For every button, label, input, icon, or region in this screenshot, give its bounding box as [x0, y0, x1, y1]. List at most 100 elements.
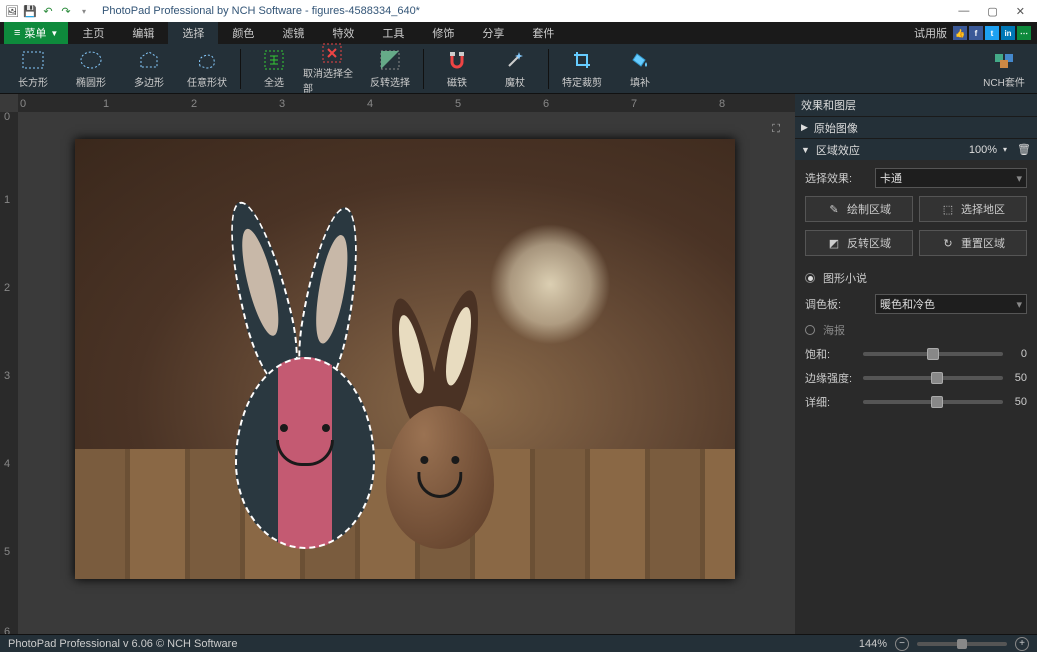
chevron-down-icon[interactable]: ▾	[76, 3, 92, 19]
menu-share[interactable]: 分享	[468, 22, 518, 44]
button-label: 选择地区	[961, 201, 1005, 217]
section-original[interactable]: ▶ 原始图像	[795, 116, 1037, 138]
chevron-down-icon: ▼	[50, 29, 58, 38]
canvas-area: 0 1 2 3 4 5 6 7 8 0 1 2 3 4 5 6 ⛶	[0, 94, 795, 634]
rabbit-small	[355, 289, 525, 549]
ruler-tick: 2	[191, 98, 197, 110]
radio-label: 海报	[823, 322, 845, 338]
ruler-tick: 7	[631, 98, 637, 110]
tool-deselect[interactable]: 取消选择全部	[303, 45, 361, 93]
detail-slider[interactable]	[863, 400, 1003, 404]
button-label: 绘制区域	[847, 201, 891, 217]
menu-tools[interactable]: 工具	[368, 22, 418, 44]
invert-region-button[interactable]: ◩ 反转区域	[805, 230, 913, 256]
expand-icon[interactable]: ⛶	[767, 120, 785, 138]
tool-magnet[interactable]: 磁铁	[428, 45, 486, 93]
canvas[interactable]	[75, 139, 735, 579]
workspace: 0 1 2 3 4 5 6 7 8 0 1 2 3 4 5 6 ⛶	[0, 94, 1037, 634]
marquee-icon: ⬚	[941, 202, 955, 216]
effect-select[interactable]: 卡通	[875, 168, 1027, 188]
twitter-icon[interactable]: t	[985, 26, 999, 40]
tool-invert[interactable]: 反转选择	[361, 45, 419, 93]
tool-label: 魔杖	[505, 74, 525, 89]
menu-label: 菜单	[24, 25, 46, 41]
slider-value: 50	[1009, 396, 1027, 408]
menu-retouch[interactable]: 修饰	[418, 22, 468, 44]
menu-select[interactable]: 选择	[168, 22, 218, 44]
button-label: 反转区域	[847, 235, 891, 251]
menu-fx[interactable]: 特效	[318, 22, 368, 44]
select-value: 卡通	[880, 170, 902, 186]
ruler-tick: 3	[279, 98, 285, 110]
undo-icon[interactable]: ↶	[40, 3, 56, 19]
ruler-tick: 6	[543, 98, 549, 110]
status-bar: PhotoPad Professional v 6.06 © NCH Softw…	[0, 634, 1037, 652]
tool-fill[interactable]: 填补	[611, 45, 669, 93]
ruler-vertical: 0 1 2 3 4 5 6	[0, 112, 18, 634]
tool-label: 取消选择全部	[303, 65, 361, 95]
slider-value: 50	[1009, 372, 1027, 384]
draw-region-button[interactable]: ✎ 绘制区域	[805, 196, 913, 222]
trash-icon[interactable]: 🗑	[1017, 143, 1031, 156]
main-menu-button[interactable]: ≡ 菜单 ▼	[4, 22, 68, 44]
tool-crop[interactable]: 特定裁剪	[553, 45, 611, 93]
button-label: 重置区域	[961, 235, 1005, 251]
slider-label: 详细:	[805, 394, 857, 410]
tool-selectall[interactable]: 全选	[245, 45, 303, 93]
ruler-tick: 8	[719, 98, 725, 110]
share-icon[interactable]: ⋯	[1017, 26, 1031, 40]
reset-region-button[interactable]: ↻ 重置区域	[919, 230, 1027, 256]
select-area-button[interactable]: ⬚ 选择地区	[919, 196, 1027, 222]
facebook-icon[interactable]: f	[969, 26, 983, 40]
zoom-out-button[interactable]: −	[895, 637, 909, 651]
tool-label: 椭圆形	[76, 74, 106, 89]
menu-edit[interactable]: 编辑	[118, 22, 168, 44]
select-value: 暖色和冷色	[880, 296, 935, 312]
tool-wand[interactable]: 魔杖	[486, 45, 544, 93]
menu-suite[interactable]: 套件	[518, 22, 568, 44]
zoom-in-button[interactable]: +	[1015, 637, 1029, 651]
tool-polygon[interactable]: 多边形	[120, 45, 178, 93]
saturation-slider[interactable]	[863, 352, 1003, 356]
tool-freeform[interactable]: 任意形状	[178, 45, 236, 93]
brush-icon: ✎	[827, 202, 841, 216]
linkedin-icon[interactable]: in	[1001, 26, 1015, 40]
refresh-icon: ↻	[941, 236, 955, 250]
title-bar: 🖼 💾 ↶ ↷ ▾ PhotoPad Professional by NCH S…	[0, 0, 1037, 22]
hamburger-icon: ≡	[14, 27, 20, 39]
edge-strength-slider[interactable]	[863, 376, 1003, 380]
ruler-tick: 3	[4, 370, 10, 382]
menu-color[interactable]: 颜色	[218, 22, 268, 44]
minimize-button[interactable]: —	[958, 5, 969, 18]
close-button[interactable]: ✕	[1016, 5, 1025, 18]
menu-filter[interactable]: 滤镜	[268, 22, 318, 44]
section-label: 区域效应	[816, 142, 860, 158]
menu-home[interactable]: 主页	[68, 22, 118, 44]
tool-label: 磁铁	[447, 74, 467, 89]
tool-label: 任意形状	[187, 74, 227, 89]
maximize-button[interactable]: ▢	[987, 5, 997, 18]
toolbar-separator	[240, 49, 241, 89]
tool-label: 反转选择	[370, 74, 410, 89]
tool-label: 特定裁剪	[562, 74, 602, 89]
chevron-down-icon[interactable]: ▾	[1003, 145, 1007, 154]
tool-nch-suite[interactable]: NCH套件	[975, 45, 1033, 93]
tool-ellipse[interactable]: 椭圆形	[62, 45, 120, 93]
like-icon[interactable]: 👍	[953, 26, 967, 40]
redo-icon[interactable]: ↷	[58, 3, 74, 19]
section-region-effect[interactable]: ▼ 区域效应 100% ▾ 🗑	[795, 138, 1037, 160]
section-zoom: 100%	[969, 144, 997, 156]
ruler-tick: 5	[4, 546, 10, 558]
invert-icon: ◩	[827, 236, 841, 250]
palette-select[interactable]: 暖色和冷色	[875, 294, 1027, 314]
palette-label: 调色板:	[805, 296, 867, 312]
radio-poster[interactable]	[805, 325, 815, 335]
zoom-slider[interactable]	[917, 642, 1007, 646]
chevron-down-icon: ▼	[801, 145, 810, 155]
menu-bar: ≡ 菜单 ▼ 主页 编辑 选择 颜色 滤镜 特效 工具 修饰 分享 套件 试用版…	[0, 22, 1037, 44]
save-icon[interactable]: 💾	[22, 3, 38, 19]
tool-label: 填补	[630, 74, 650, 89]
radio-graphic-novel[interactable]	[805, 273, 815, 283]
trial-label: 试用版	[914, 25, 947, 41]
tool-rect[interactable]: 长方形	[4, 45, 62, 93]
